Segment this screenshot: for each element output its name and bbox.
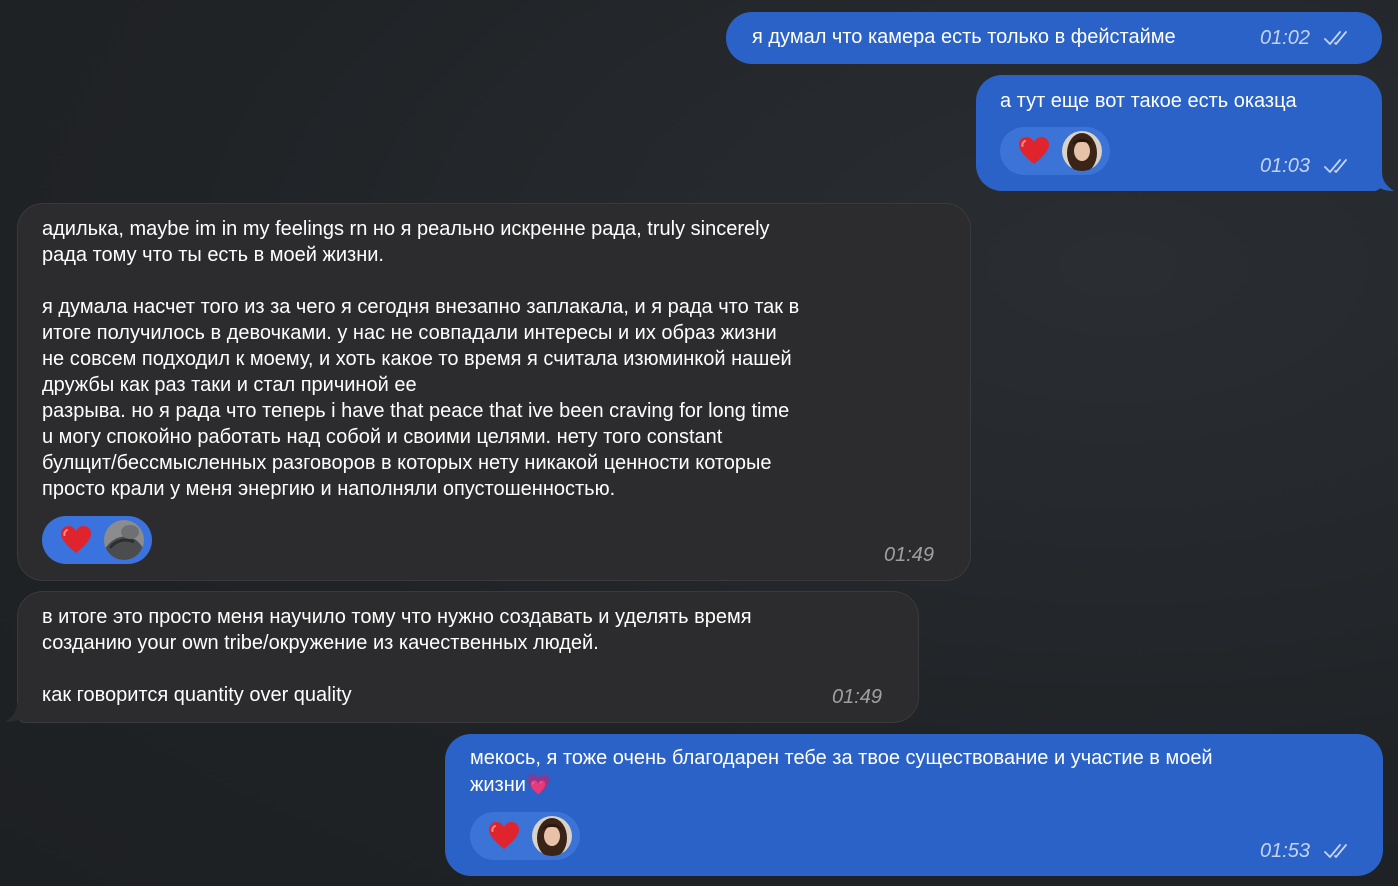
heart-icon [488, 821, 520, 851]
message-incoming[interactable]: адилька, maybe im in my feelings rn но я… [17, 203, 971, 581]
double-check-icon [1324, 157, 1354, 175]
heart-icon [60, 525, 92, 555]
heart-icon [1018, 136, 1050, 166]
avatar [104, 520, 144, 560]
reaction-badge[interactable] [470, 812, 580, 860]
avatar [1062, 131, 1102, 171]
avatar [532, 816, 572, 856]
heart-emoji: 💗 [525, 772, 551, 796]
message-time: 01:49 [884, 544, 935, 566]
chat-history[interactable]: я думал что камера есть только в фейстай… [0, 0, 1398, 886]
bubble-tail [5, 703, 27, 722]
message-time: 01:49 [832, 686, 883, 708]
message-outgoing[interactable]: я думал что камера есть только в фейстай… [726, 12, 1382, 64]
message-text-body: мекось, я тоже очень благодарен тебе за … [470, 747, 1213, 796]
message-outgoing[interactable]: мекось, я тоже очень благодарен тебе за … [445, 734, 1383, 876]
message-text: мекось, я тоже очень благодарен тебе за … [470, 745, 1370, 798]
message-text: я думал что камера есть только в фейстай… [752, 26, 1176, 48]
message-text: адилька, maybe im in my feelings rn но я… [42, 218, 800, 500]
message-time: 01:02 [1260, 27, 1311, 49]
bubble-tail [1372, 172, 1394, 191]
double-check-icon [1324, 29, 1354, 47]
reaction-badge[interactable] [1000, 127, 1110, 175]
message-outgoing[interactable]: а тут еще вот такое есть оказца 01:03 [976, 75, 1382, 191]
message-text: а тут еще вот такое есть оказца [1000, 90, 1297, 112]
double-check-icon [1324, 842, 1354, 860]
message-time: 01:03 [1260, 155, 1311, 177]
reaction-badge[interactable] [42, 516, 152, 564]
message-text: в итоге это просто меня научило тому что… [42, 606, 752, 706]
message-incoming[interactable]: в итоге это просто меня научило тому что… [17, 591, 919, 723]
message-time: 01:53 [1260, 840, 1311, 862]
